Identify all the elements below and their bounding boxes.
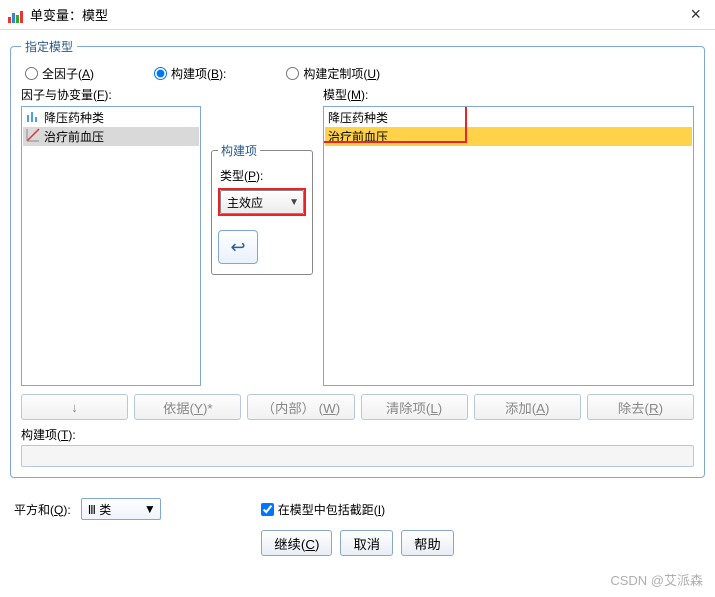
model-label: 模型(M): (323, 86, 694, 103)
specify-model-legend: 指定模型 (21, 38, 77, 55)
help-button[interactable]: 帮助 (401, 530, 454, 556)
radio-build-custom-input[interactable] (286, 67, 299, 80)
sos-label: 平方和(Q): (14, 501, 71, 518)
chevron-down-icon: ▼ (289, 197, 299, 208)
factors-listbox[interactable]: 降压药种类 治疗前血压 (21, 106, 201, 386)
list-item[interactable]: 治疗前血压 (23, 127, 199, 146)
radio-build-terms[interactable]: 构建项(B): (154, 65, 226, 82)
list-item-label: 治疗前血压 (328, 128, 388, 145)
model-radio-row: 全因子(A) 构建项(B): 构建定制项(U) (21, 63, 694, 86)
model-listbox[interactable]: 降压药种类 治疗前血压 (323, 106, 694, 386)
window-title: 单变量：模型 (30, 5, 684, 24)
build-term-field[interactable] (21, 445, 694, 467)
sos-combo-value: Ⅲ 类 (88, 501, 112, 518)
app-icon (8, 7, 24, 23)
cancel-button[interactable]: 取消 (340, 530, 393, 556)
radio-build-terms-input[interactable] (154, 67, 167, 80)
build-terms-legend: 构建项 (218, 142, 260, 159)
move-to-model-button[interactable]: ↩ (218, 230, 258, 264)
list-item-label: 治疗前血压 (44, 128, 104, 145)
type-combo[interactable]: 主效应 ▼ (220, 190, 304, 214)
specify-model-group: 指定模型 全因子(A) 构建项(B): 构建定制项(U) 因子与协变量(F): (10, 38, 705, 478)
list-item-label: 降压药种类 (328, 109, 388, 126)
by-button[interactable]: 依据(Y)* (134, 394, 241, 420)
sos-combo[interactable]: Ⅲ 类 ▼ (81, 498, 161, 520)
list-item[interactable]: 降压药种类 (325, 108, 692, 127)
build-term-label: 构建项(T): (21, 426, 694, 443)
continue-button[interactable]: 继续(C) (261, 530, 332, 556)
dialog-buttons: 继续(C) 取消 帮助 (10, 526, 705, 562)
radio-full-factorial[interactable]: 全因子(A) (25, 65, 94, 82)
categorical-icon (26, 109, 40, 126)
within-button[interactable]: （内部） (W) (247, 394, 354, 420)
type-combo-value: 主效应 (227, 194, 263, 211)
radio-build-custom[interactable]: 构建定制项(U) (286, 65, 380, 82)
close-button[interactable]: × (684, 4, 707, 25)
down-button[interactable]: ↓ (21, 394, 128, 420)
watermark: CSDN @艾派森 (610, 570, 703, 589)
factors-label: 因子与协变量(F): (21, 86, 201, 103)
chevron-down-icon: ▼ (144, 502, 156, 516)
list-item[interactable]: 治疗前血压 (325, 127, 692, 146)
intercept-checkbox-input[interactable] (261, 503, 274, 516)
add-button[interactable]: 添加(A) (474, 394, 581, 420)
type-label: 类型(P): (220, 167, 306, 184)
remove-button[interactable]: 除去(R) (587, 394, 694, 420)
term-button-row: ↓ 依据(Y)* （内部） (W) 清除项(L) 添加(A) 除去(R) (21, 394, 694, 420)
radio-full-factorial-input[interactable] (25, 67, 38, 80)
dialog-content: 指定模型 全因子(A) 构建项(B): 构建定制项(U) 因子与协变量(F): (0, 30, 715, 568)
arrow-icon: ↩ (230, 237, 245, 258)
list-item-label: 降压药种类 (44, 109, 104, 126)
covariate-icon (26, 128, 40, 145)
list-item[interactable]: 降压药种类 (23, 108, 199, 127)
clear-button[interactable]: 清除项(L) (361, 394, 468, 420)
bottom-row: 平方和(Q): Ⅲ 类 ▼ 在模型中包括截距(I) (10, 488, 705, 526)
build-terms-group: 构建项 类型(P): 主效应 ▼ ↩ (211, 142, 313, 275)
intercept-checkbox[interactable]: 在模型中包括截距(I) (261, 501, 385, 518)
title-bar: 单变量：模型 × (0, 0, 715, 30)
type-highlight: 主效应 ▼ (218, 188, 306, 216)
